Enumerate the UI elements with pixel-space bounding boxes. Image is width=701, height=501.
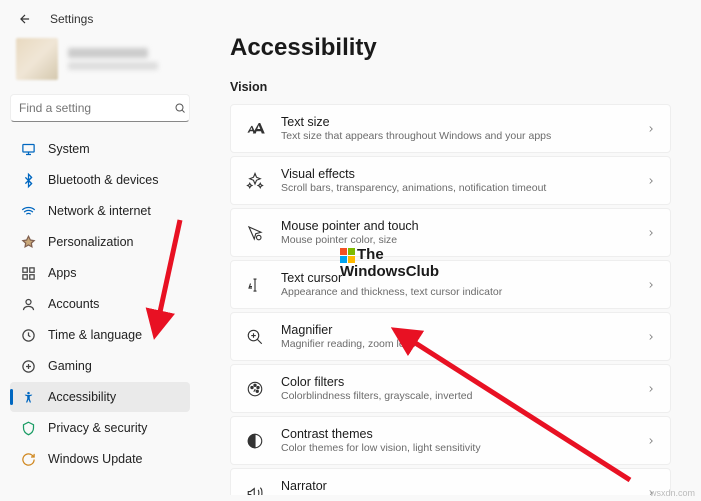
card-narrator[interactable]: NarratorVoice, verbosity, keyboard, brai… (230, 468, 671, 495)
section-title: Vision (230, 80, 671, 94)
sidebar-item-label: Gaming (48, 359, 92, 373)
card-subtitle: Magnifier reading, zoom level (281, 338, 630, 350)
chevron-right-icon (646, 228, 656, 238)
card-subtitle: Scroll bars, transparency, animations, n… (281, 182, 630, 194)
chevron-right-icon (646, 436, 656, 446)
card-contrast-themes[interactable]: Contrast themesColor themes for low visi… (230, 416, 671, 465)
sidebar-item-label: Network & internet (48, 204, 151, 218)
color-filters-icon (245, 380, 265, 398)
accounts-icon (20, 296, 36, 312)
text-size-icon (245, 120, 265, 138)
sidebar-item-label: System (48, 142, 90, 156)
card-title: Text cursor (281, 271, 630, 285)
search-input[interactable] (19, 101, 174, 115)
apps-icon (20, 265, 36, 281)
search-input-container[interactable] (10, 94, 190, 122)
system-icon (20, 141, 36, 157)
card-title: Visual effects (281, 167, 630, 181)
accessibility-icon (20, 389, 36, 405)
sidebar-item-time[interactable]: Time & language (10, 320, 190, 350)
card-subtitle: Color themes for low vision, light sensi… (281, 442, 630, 454)
back-button[interactable] (18, 12, 32, 26)
sidebar-item-bluetooth[interactable]: Bluetooth & devices (10, 165, 190, 195)
card-subtitle: Mouse pointer color, size (281, 234, 630, 246)
card-title: Narrator (281, 479, 630, 493)
sidebar-item-label: Windows Update (48, 452, 143, 466)
sidebar-item-label: Bluetooth & devices (48, 173, 159, 187)
chevron-right-icon (646, 332, 656, 342)
contrast-icon (245, 432, 265, 450)
card-subtitle: Colorblindness filters, grayscale, inver… (281, 390, 630, 402)
search-icon (174, 102, 186, 114)
card-color-filters[interactable]: Color filtersColorblindness filters, gra… (230, 364, 671, 413)
card-title: Mouse pointer and touch (281, 219, 630, 233)
sidebar-item-label: Personalization (48, 235, 133, 249)
page-title: Accessibility (230, 34, 671, 62)
sidebar-item-network[interactable]: Network & internet (10, 196, 190, 226)
card-mouse-pointer[interactable]: Mouse pointer and touchMouse pointer col… (230, 208, 671, 257)
card-title: Contrast themes (281, 427, 630, 441)
magnifier-icon (245, 328, 265, 346)
card-visual-effects[interactable]: Visual effectsScroll bars, transparency,… (230, 156, 671, 205)
personalization-icon (20, 234, 36, 250)
sidebar-item-gaming[interactable]: Gaming (10, 351, 190, 381)
card-magnifier[interactable]: MagnifierMagnifier reading, zoom level (230, 312, 671, 361)
sidebar-item-accounts[interactable]: Accounts (10, 289, 190, 319)
chevron-right-icon (646, 384, 656, 394)
sidebar-item-update[interactable]: Windows Update (10, 444, 190, 474)
card-title: Color filters (281, 375, 630, 389)
narrator-icon (245, 484, 265, 496)
user-profile[interactable] (10, 38, 190, 80)
sidebar-item-privacy[interactable]: Privacy & security (10, 413, 190, 443)
visual-effects-icon (245, 172, 265, 190)
card-text-size[interactable]: Text sizeText size that appears througho… (230, 104, 671, 153)
footer-credit: wsxdn.com (650, 488, 695, 498)
bluetooth-icon (20, 172, 36, 188)
time-icon (20, 327, 36, 343)
avatar (16, 38, 58, 80)
update-icon (20, 451, 36, 467)
main-content: Accessibility Vision Text sizeText size … (200, 34, 701, 495)
sidebar-item-accessibility[interactable]: Accessibility (10, 382, 190, 412)
sidebar-item-label: Time & language (48, 328, 142, 342)
chevron-right-icon (646, 124, 656, 134)
sidebar-item-label: Accessibility (48, 390, 116, 404)
network-icon (20, 203, 36, 219)
card-subtitle: Voice, verbosity, keyboard, braille (281, 494, 630, 495)
sidebar-item-label: Apps (48, 266, 77, 280)
text-cursor-icon (245, 276, 265, 294)
card-text-cursor[interactable]: Text cursorAppearance and thickness, tex… (230, 260, 671, 309)
card-title: Magnifier (281, 323, 630, 337)
sidebar-item-personalization[interactable]: Personalization (10, 227, 190, 257)
card-title: Text size (281, 115, 630, 129)
card-subtitle: Text size that appears throughout Window… (281, 130, 630, 142)
app-title: Settings (50, 12, 93, 26)
chevron-right-icon (646, 176, 656, 186)
sidebar-item-apps[interactable]: Apps (10, 258, 190, 288)
gaming-icon (20, 358, 36, 374)
sidebar: System Bluetooth & devices Network & int… (0, 34, 200, 495)
privacy-icon (20, 420, 36, 436)
mouse-icon (245, 224, 265, 242)
sidebar-item-label: Privacy & security (48, 421, 147, 435)
sidebar-item-label: Accounts (48, 297, 99, 311)
chevron-right-icon (646, 280, 656, 290)
sidebar-item-system[interactable]: System (10, 134, 190, 164)
card-subtitle: Appearance and thickness, text cursor in… (281, 286, 630, 298)
